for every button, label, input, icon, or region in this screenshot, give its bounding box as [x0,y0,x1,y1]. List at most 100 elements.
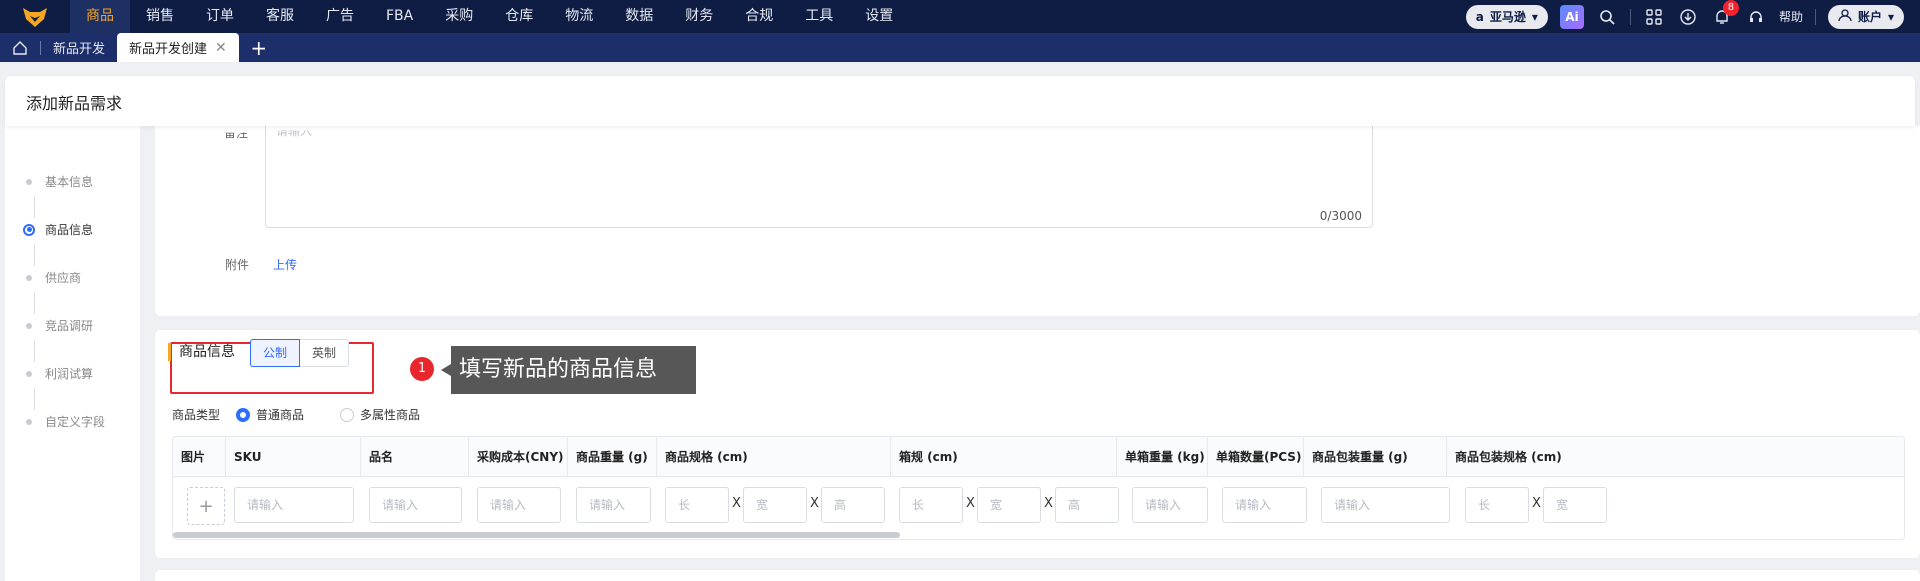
close-icon[interactable]: ✕ [215,40,227,56]
sku-input[interactable]: 请输入 [234,487,354,523]
download-icon[interactable] [1677,6,1699,28]
spec-length-input[interactable]: 长 [665,487,729,523]
next-card [155,570,1920,581]
column-header: 单箱数量(PCS) [1208,437,1304,477]
home-icon [13,40,27,55]
purchase-cost-input[interactable]: 请输入 [477,487,561,523]
account-label: 账户 [1857,10,1882,24]
dimension-separator: X [732,496,741,511]
top-navigation: 商品 销售 订单 客服 广告 FBA 采购 仓库 物流 数据 财务 合规 工具 设置 a 亚马逊 ▾ Ai… [0,0,1920,33]
spec-height-input[interactable]: 高 [821,487,885,523]
nav-item[interactable]: 采购 [429,0,489,33]
home-tab[interactable] [0,33,40,62]
nav-item[interactable]: 合规 [729,0,789,33]
box-quantity-input[interactable]: 请输入 [1222,487,1307,523]
horizontal-scrollbar[interactable] [173,531,1904,539]
dimension-separator: X [1532,496,1541,511]
callout-number: 1 [410,357,434,381]
box-weight-input[interactable]: 请输入 [1132,487,1208,523]
product-info-card: 商品信息 公制 英制 1 填写新品的商品信息 商品类型 普通商品 多属性商品 +… [155,330,1920,558]
column-header: 品名 [361,437,469,477]
ai-assistant-icon[interactable]: Ai [1559,4,1584,29]
radio-multi-attr-product[interactable]: 多属性商品 [340,406,420,423]
step-basic-info[interactable]: 基本信息 [23,173,93,190]
page-title: 添加新品需求 [26,94,123,113]
step-navigation: 基本信息 商品信息 供应商 竞品调研 利润试算 自定义字段 [5,126,140,581]
tab-new-product-create[interactable]: 新品开发创建 ✕ [117,33,239,62]
nav-item[interactable]: 物流 [549,0,609,33]
tab-label: 新品开发 [53,42,106,57]
step-connector [34,340,35,362]
notification-count: 8 [1722,0,1739,16]
nav-item[interactable]: 销售 [130,0,190,33]
column-header: 商品包装规格 (cm) [1447,437,1904,477]
package-width-input[interactable]: 宽 [1543,487,1607,523]
radio-normal-product[interactable]: 普通商品 [236,406,304,423]
step-competitor-research[interactable]: 竞品调研 [23,317,93,334]
step-product-info[interactable]: 商品信息 [23,221,93,238]
add-tab-button[interactable]: + [239,33,279,62]
caret-down-icon: ▾ [1531,9,1538,24]
unit-metric-button[interactable]: 公制 [250,339,301,367]
nav-item[interactable]: 订单 [190,0,250,33]
callout-text: 填写新品的商品信息 [451,346,696,394]
nav-item[interactable]: 商品 [70,0,130,33]
step-label: 自定义字段 [45,415,106,429]
search-icon[interactable] [1596,6,1618,28]
upload-link[interactable]: 上传 [273,256,297,273]
page-header: 添加新品需求 [5,76,1915,126]
package-length-input[interactable]: 长 [1465,487,1529,523]
radio-dot [340,407,355,422]
box-length-input[interactable]: 长 [899,487,963,523]
step-custom-fields[interactable]: 自定义字段 [23,413,105,430]
weight-input[interactable]: 请输入 [576,487,651,523]
scrollbar-thumb[interactable] [173,532,900,538]
column-header: 箱规 (cm) [891,437,1117,477]
name-input[interactable]: 请输入 [369,487,462,523]
nav-item[interactable]: 财务 [669,0,729,33]
nav-item[interactable]: 工具 [789,0,849,33]
nav-item[interactable]: 数据 [609,0,669,33]
attachment-label: 附件 [225,258,250,272]
package-weight-input[interactable]: 请输入 [1321,487,1450,523]
headset-icon[interactable] [1745,6,1767,28]
apps-grid-icon[interactable] [1643,6,1665,28]
spec-width-input[interactable]: 宽 [743,487,807,523]
fox-logo-icon [23,7,47,27]
step-dot [26,274,32,281]
box-width-input[interactable]: 宽 [977,487,1041,523]
account-menu[interactable]: 账户 ▾ [1827,4,1904,29]
remark-textarea[interactable]: 请输入 0/3000 [265,126,1373,228]
step-supplier[interactable]: 供应商 [23,269,81,286]
section-title: 商品信息 [168,343,235,361]
bell-icon[interactable]: 8 [1711,0,1739,28]
nav-item[interactable]: 广告 [310,0,370,33]
add-image-button[interactable]: + [187,487,225,525]
step-label: 基本信息 [45,175,94,189]
nav-item[interactable]: 设置 [849,0,909,33]
unit-imperial-button[interactable]: 英制 [300,339,350,367]
step-dot [26,370,32,377]
nav-item[interactable]: 仓库 [489,0,549,33]
step-profit-calc[interactable]: 利润试算 [23,365,93,382]
step-label: 利润试算 [45,367,94,381]
nav-item[interactable]: 客服 [250,0,310,33]
box-height-input[interactable]: 高 [1055,487,1119,523]
nav-item[interactable]: FBA [370,0,429,33]
remark-card: 备注 请输入 0/3000 附件 上传 [155,126,1920,316]
column-header: 商品包装重量 (g) [1304,437,1447,477]
market-label: 亚马逊 [1489,10,1526,24]
radio-label: 多属性商品 [360,408,421,422]
unit-toggle: 公制 英制 [250,339,350,367]
column-header: 商品重量 (g) [568,437,657,477]
step-connector [34,388,35,410]
tab-new-product-dev[interactable]: 新品开发 [41,33,117,62]
market-selector[interactable]: a 亚马逊 ▾ [1465,4,1548,29]
radio-dot [236,407,251,422]
step-label: 商品信息 [45,223,94,237]
dimension-separator: X [810,496,819,511]
step-connector [34,292,35,314]
help-link[interactable]: 帮助 [1779,8,1803,25]
app-logo[interactable] [0,0,70,33]
char-counter: 0/3000 [1319,209,1362,223]
